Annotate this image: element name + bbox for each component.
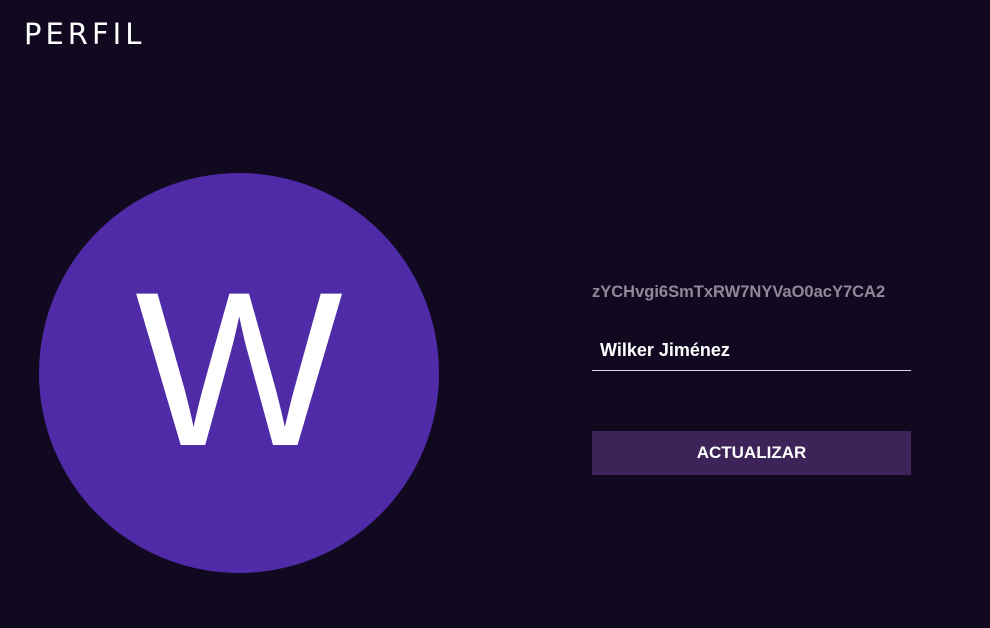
avatar: W [39, 173, 439, 573]
update-button[interactable]: ACTUALIZAR [592, 431, 911, 475]
profile-page: PERFIL W zYCHvgi6SmTxRW7NYVaO0acY7CA2 AC… [0, 0, 990, 628]
name-input[interactable] [592, 330, 911, 370]
profile-form: zYCHvgi6SmTxRW7NYVaO0acY7CA2 ACTUALIZAR [592, 280, 911, 475]
page-title: PERFIL [24, 17, 146, 51]
avatar-initial: W [135, 246, 343, 492]
name-field[interactable] [592, 330, 911, 371]
user-id: zYCHvgi6SmTxRW7NYVaO0acY7CA2 [592, 283, 886, 301]
